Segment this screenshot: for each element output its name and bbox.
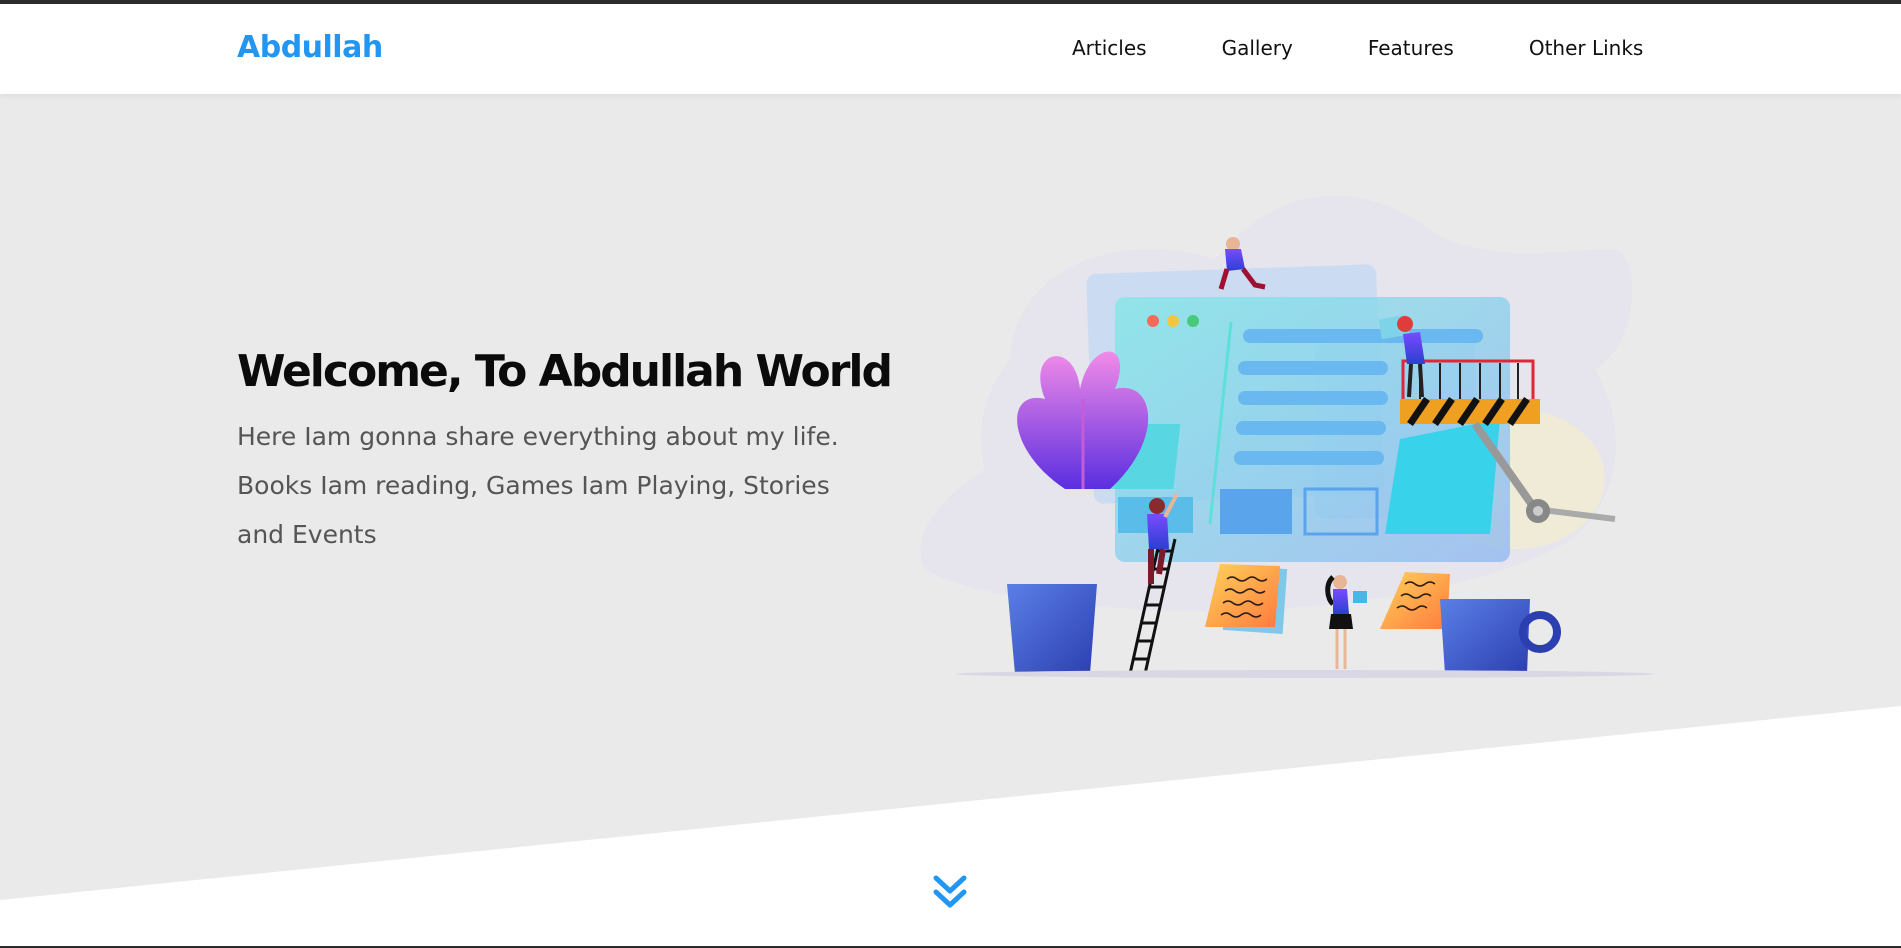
hero-title: Welcome, To Abdullah World — [237, 346, 893, 397]
main-nav: Articles Gallery Features Other Links — [1072, 36, 1643, 60]
nav-link-articles[interactable]: Articles — [1072, 36, 1147, 60]
nav-link-features[interactable]: Features — [1368, 36, 1454, 60]
logo-link[interactable]: Abdullah — [237, 30, 383, 65]
nav-link-gallery[interactable]: Gallery — [1222, 36, 1293, 60]
nav-link-other-links[interactable]: Other Links — [1529, 36, 1644, 60]
hero-illustration — [920, 195, 1655, 678]
hero-description: Here Iam gonna share everything about my… — [237, 422, 839, 549]
double-chevron-down-icon[interactable] — [930, 872, 970, 912]
header: Abdullah Articles Gallery Features Other… — [0, 4, 1901, 94]
page: Abdullah Articles Gallery Features Other… — [0, 4, 1901, 946]
